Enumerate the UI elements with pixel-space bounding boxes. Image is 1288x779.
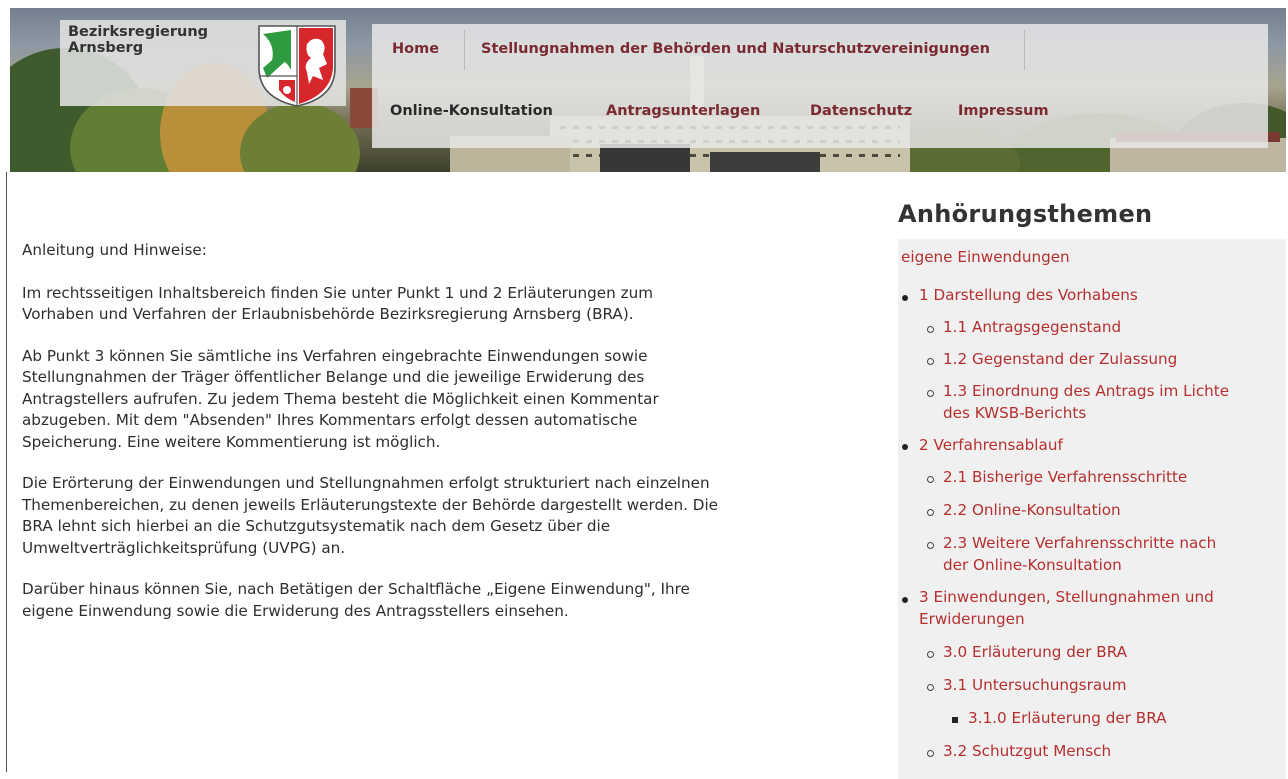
organization-name[interactable]: Bezirksregierung Arnsberg (68, 24, 218, 56)
coat-of-arms-icon (258, 25, 336, 107)
left-border (6, 172, 7, 772)
bullet-disc-icon (902, 295, 908, 301)
topic-2-1[interactable]: 2.1 Bisherige Verfahrensschritte (943, 466, 1187, 488)
topic-2[interactable]: 2 Verfahrensablauf (919, 434, 1063, 456)
header-banner: Bezirksregierung Arnsberg Home Stellungn… (10, 8, 1286, 172)
paragraph: Ab Punkt 3 können Sie sämtliche ins Verf… (22, 346, 659, 451)
bullet-circle-icon (927, 651, 934, 658)
nav-home[interactable]: Home (392, 41, 439, 57)
paragraph: Im rechtsseitigen Inhaltsbereich finden … (22, 283, 653, 324)
bullet-circle-icon (927, 750, 934, 757)
topic-1-1[interactable]: 1.1 Antragsgegenstand (943, 316, 1121, 338)
bullet-circle-icon (927, 542, 934, 549)
nav-stellungnahmen[interactable]: Stellungnahmen der Behörden und Natursch… (481, 41, 990, 57)
bullet-circle-icon (927, 476, 934, 483)
nav-antragsunterlagen[interactable]: Antragsunterlagen (606, 103, 760, 119)
topic-2-3[interactable]: 2.3 Weitere Verfahrensschritte nach der … (943, 532, 1216, 576)
topic-3[interactable]: 3 Einwendungen, Stellungnahmen und Erwid… (919, 586, 1214, 630)
nav-online-konsultation[interactable]: Online-Konsultation (390, 103, 553, 119)
topic-3-1[interactable]: 3.1 Untersuchungsraum (943, 674, 1127, 696)
own-objections-link[interactable]: eigene Einwendungen (901, 246, 1070, 268)
sidebar-title: Anhörungsthemen (898, 200, 1153, 228)
topic-3-2[interactable]: 3.2 Schutzgut Mensch (943, 740, 1111, 762)
topic-3-1-0[interactable]: 3.1.0 Erläuterung der BRA (968, 707, 1167, 729)
page-heading: Anleitung und Hinweise: (22, 241, 207, 259)
bullet-circle-icon (927, 326, 934, 333)
topic-1-3[interactable]: 1.3 Einordnung des Antrags im Lichte des… (943, 380, 1229, 424)
main-navigation: Home Stellungnahmen der Behörden und Nat… (372, 24, 1268, 148)
bullet-circle-icon (927, 390, 934, 397)
topic-3-0[interactable]: 3.0 Erläuterung der BRA (943, 641, 1127, 663)
bullet-circle-icon (927, 509, 934, 516)
bullet-circle-icon (927, 684, 934, 691)
nav-divider (464, 30, 465, 70)
topic-1-2[interactable]: 1.2 Gegenstand der Zulassung (943, 348, 1177, 370)
topic-2-2[interactable]: 2.2 Online-Konsultation (943, 499, 1121, 521)
paragraph: Die Erörterung der Einwendungen und Stel… (22, 474, 719, 557)
bullet-disc-icon (902, 444, 908, 450)
bullet-square-icon (952, 717, 958, 723)
nav-impressum[interactable]: Impressum (958, 103, 1049, 119)
nav-divider (1024, 30, 1025, 70)
topic-1[interactable]: 1 Darstellung des Vorhabens (919, 284, 1138, 306)
topics-sidebar: Anhörungsthemen eigene Einwendungen 1 Da… (898, 200, 1288, 779)
bullet-circle-icon (927, 358, 934, 365)
bullet-disc-icon (902, 597, 908, 603)
topics-panel: eigene Einwendungen 1 Darstellung des Vo… (898, 239, 1286, 779)
paragraph: Darüber hinaus können Sie, nach Betätige… (22, 580, 690, 620)
main-content: Anleitung und Hinweise: Im rechtsseitige… (22, 240, 862, 622)
nav-datenschutz[interactable]: Datenschutz (810, 103, 912, 119)
